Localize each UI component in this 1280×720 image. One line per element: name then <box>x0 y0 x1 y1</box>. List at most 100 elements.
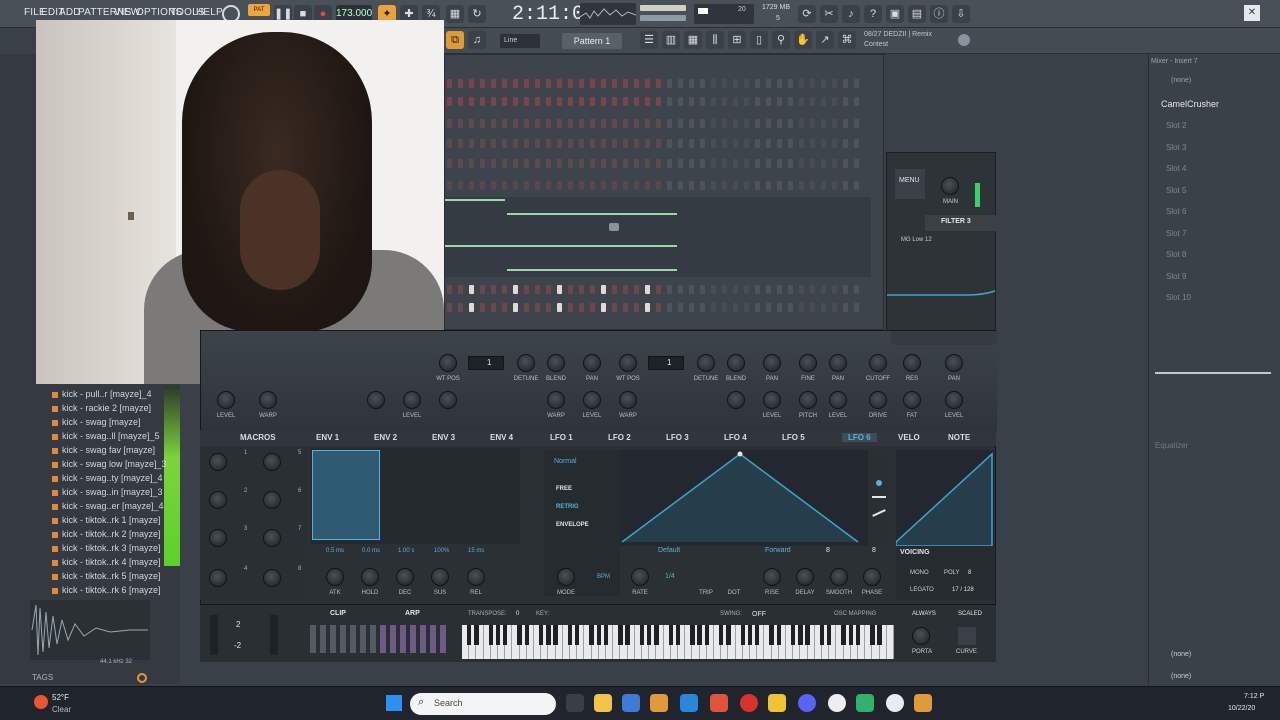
filter-type[interactable]: MG Low 12 <box>901 237 932 243</box>
step-button[interactable] <box>810 181 815 190</box>
point-tool-icon[interactable] <box>876 480 882 486</box>
step-button[interactable] <box>788 159 793 168</box>
step-button[interactable] <box>491 159 496 168</box>
file-explorer-icon[interactable] <box>594 694 612 712</box>
black-key[interactable] <box>805 625 810 645</box>
osc-knob[interactable] <box>619 391 637 409</box>
step-button[interactable] <box>678 97 683 106</box>
step-button[interactable] <box>513 97 518 106</box>
step-button[interactable] <box>733 181 738 190</box>
step-button[interactable] <box>645 181 650 190</box>
store-icon[interactable] <box>622 694 640 712</box>
osc-knob[interactable] <box>259 391 277 409</box>
browser-item[interactable]: kick - swag..ll [mayze]_5 <box>62 431 160 441</box>
cut-icon[interactable]: ✂ <box>820 5 838 23</box>
step-button[interactable] <box>700 139 705 148</box>
step-button[interactable] <box>557 97 562 106</box>
step-button[interactable] <box>491 139 496 148</box>
plugin-slot[interactable]: Slot 7 <box>1166 229 1186 238</box>
step-button[interactable] <box>546 181 551 190</box>
loop-record-icon[interactable]: ↻ <box>468 5 486 23</box>
step-button[interactable] <box>447 139 452 148</box>
step-button[interactable] <box>667 139 672 148</box>
refresh-icon[interactable]: ⟳ <box>798 5 816 23</box>
black-key[interactable] <box>798 625 803 645</box>
step-button[interactable] <box>821 119 826 128</box>
step-button[interactable] <box>579 285 584 294</box>
step-button[interactable] <box>821 159 826 168</box>
step-button[interactable] <box>447 181 452 190</box>
tempo-tapper-icon[interactable]: ⌘ <box>838 31 856 49</box>
black-key[interactable] <box>589 625 594 645</box>
step-button[interactable] <box>689 285 694 294</box>
mono-toggle[interactable]: MONO <box>910 570 929 576</box>
step-button[interactable] <box>590 97 595 106</box>
osc-knob[interactable] <box>829 391 847 409</box>
black-key[interactable] <box>553 625 558 645</box>
master-volume-slider[interactable] <box>640 5 686 11</box>
mod-tab[interactable]: LFO 3 <box>666 433 689 442</box>
step-button[interactable] <box>645 119 650 128</box>
step-button[interactable] <box>744 97 749 106</box>
step-button[interactable] <box>689 79 694 88</box>
mod-tab[interactable]: VELO <box>898 433 920 442</box>
step-button[interactable] <box>854 79 859 88</box>
step-button[interactable] <box>656 159 661 168</box>
download-icon[interactable]: ⇩ <box>952 5 970 23</box>
step-button[interactable] <box>480 159 485 168</box>
step-button[interactable] <box>799 139 804 148</box>
step-button[interactable] <box>447 159 452 168</box>
osc-knob[interactable] <box>217 391 235 409</box>
osc-knob[interactable] <box>547 354 565 372</box>
plugin-slot[interactable]: Slot 8 <box>1166 250 1186 259</box>
step-button[interactable] <box>623 119 628 128</box>
step-button[interactable] <box>535 119 540 128</box>
step-button[interactable] <box>667 79 672 88</box>
step-button[interactable] <box>612 79 617 88</box>
step-button[interactable] <box>612 97 617 106</box>
arp-key[interactable] <box>400 625 406 653</box>
osc-knob[interactable] <box>799 391 817 409</box>
step-button[interactable] <box>678 159 683 168</box>
snap-select[interactable]: Line <box>500 34 540 48</box>
browser-item[interactable]: kick - swag [mayze] <box>62 417 141 427</box>
envelope-value[interactable]: 0.5 ms <box>326 548 344 554</box>
step-button[interactable] <box>788 285 793 294</box>
step-button[interactable] <box>535 159 540 168</box>
browser-item[interactable]: kick - swag..ty [mayze]_4 <box>62 473 163 483</box>
step-button[interactable] <box>590 159 595 168</box>
lfo-rate-value[interactable]: 1/4 <box>665 573 675 580</box>
step-button[interactable] <box>557 119 562 128</box>
black-key[interactable] <box>870 625 875 645</box>
media-player-icon[interactable] <box>828 694 846 712</box>
step-button[interactable] <box>722 159 727 168</box>
snap-magnet-icon[interactable]: ⧉ <box>446 31 464 49</box>
step-button[interactable] <box>579 181 584 190</box>
black-key[interactable] <box>791 625 796 645</box>
step-button[interactable] <box>711 119 716 128</box>
step-button[interactable] <box>524 79 529 88</box>
black-key[interactable] <box>841 625 846 645</box>
bpm-toggle[interactable]: BPM <box>597 574 610 580</box>
step-button[interactable] <box>744 303 749 312</box>
step-button[interactable] <box>513 303 518 312</box>
arp-key[interactable] <box>390 625 396 653</box>
unison-b-box[interactable]: 1 <box>648 356 684 370</box>
black-key[interactable] <box>618 625 623 645</box>
osc-knob[interactable] <box>945 391 963 409</box>
step-button[interactable] <box>689 97 694 106</box>
step-button[interactable] <box>799 181 804 190</box>
osc-knob[interactable] <box>367 391 385 409</box>
step-button[interactable] <box>645 303 650 312</box>
step-button[interactable] <box>513 181 518 190</box>
step-button[interactable] <box>480 303 485 312</box>
step-button[interactable] <box>843 285 848 294</box>
step-button[interactable] <box>469 285 474 294</box>
step-button[interactable] <box>502 97 507 106</box>
step-button[interactable] <box>766 159 771 168</box>
transpose-value[interactable]: 0 <box>516 611 519 617</box>
step-button[interactable] <box>854 181 859 190</box>
black-key[interactable] <box>639 625 645 645</box>
mod-tab[interactable]: ENV 2 <box>374 433 397 442</box>
step-button[interactable] <box>557 181 562 190</box>
